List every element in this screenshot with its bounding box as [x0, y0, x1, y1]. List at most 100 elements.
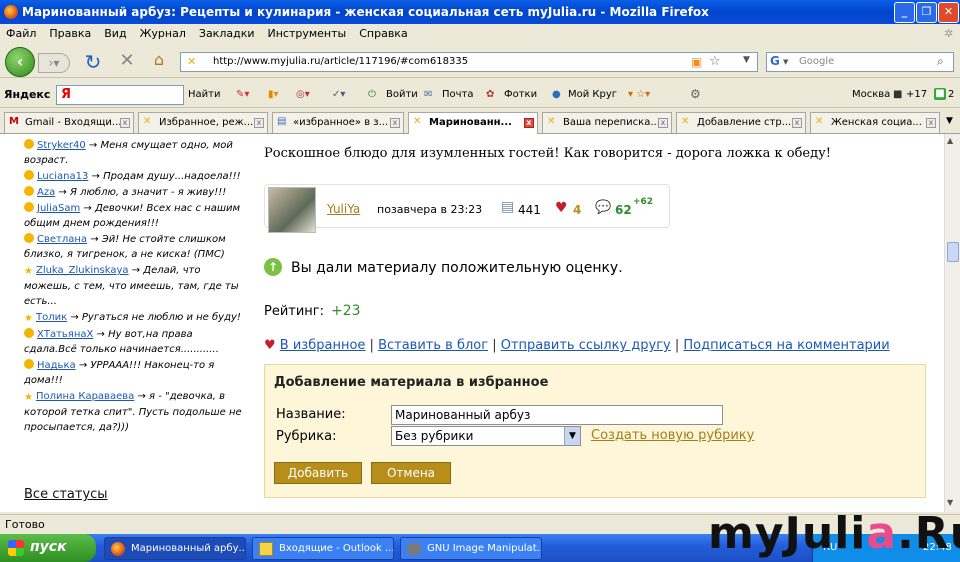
menu-bookmarks[interactable]: Закладки — [193, 24, 262, 40]
tab-close-icon[interactable]: x — [524, 118, 534, 128]
forward-button[interactable]: ›▾ — [38, 53, 70, 73]
status-nick[interactable]: ХТатьянаХ — [37, 329, 93, 340]
home-icon[interactable]: ⌂ — [148, 50, 170, 69]
smiley-icon — [24, 202, 34, 212]
author-link[interactable]: YuliYa — [327, 202, 360, 216]
all-statuses-link[interactable]: Все статусы — [24, 487, 108, 502]
tab-close-icon[interactable]: x — [926, 118, 936, 128]
menu-help[interactable]: Справка — [353, 24, 414, 40]
author-avatar[interactable] — [268, 187, 316, 233]
feed-icon[interactable]: ◎▾ — [296, 89, 310, 100]
site-favicon: ✕ — [187, 55, 197, 68]
scroll-thumb[interactable] — [947, 242, 959, 262]
tab-adding-page[interactable]: ✕ Добавление стр... x — [676, 112, 806, 133]
mykrug-icon: ● — [552, 89, 561, 100]
tab-womens-network[interactable]: ✕ Женская социа... x — [810, 112, 940, 133]
tab-list-dropdown-icon[interactable]: ▼ — [946, 116, 953, 126]
chevron-down-icon[interactable]: ▼ — [564, 427, 580, 445]
tab-close-icon[interactable]: x — [658, 118, 668, 128]
tab-close-icon[interactable]: x — [254, 118, 264, 128]
yandex-find-button[interactable]: Найти — [188, 89, 220, 100]
comments-icon[interactable]: 💬 — [595, 200, 611, 215]
bars-icon[interactable]: ▮▾ — [268, 89, 279, 100]
search-engine-dropdown-icon[interactable]: ▼ — [783, 58, 788, 66]
url-dropdown-icon[interactable]: ▼ — [743, 55, 750, 65]
yandex-city[interactable]: Москва — [852, 89, 890, 100]
add-button[interactable]: Добавить — [274, 462, 362, 484]
minimize-button[interactable]: _ — [894, 2, 915, 23]
tab-gmail[interactable]: M Gmail - Входящи... x — [4, 112, 134, 133]
tab-favorites-search[interactable]: ▤ «избранное» в з... x — [272, 112, 404, 133]
checks-icon[interactable]: ✓▾ — [332, 89, 345, 100]
bookmark-star-icon[interactable]: ☆ — [709, 54, 721, 69]
subscribe-comments-link[interactable]: Подписаться на комментарии — [683, 338, 889, 353]
send-to-friend-link[interactable]: Отправить ссылку другу — [501, 338, 671, 353]
tab-marinated-watermelon[interactable]: ✕ Маринованн... x — [408, 112, 538, 134]
scroll-down-icon[interactable]: ▼ — [947, 498, 953, 507]
tab-correspondence[interactable]: ✕ Ваша переписка... x — [542, 112, 672, 133]
window-titlebar[interactable]: Маринованный арбуз: Рецепты и кулинария … — [0, 0, 960, 24]
status-text: Готово — [5, 518, 45, 531]
rubric-select[interactable]: Без рубрики ▼ — [391, 426, 581, 446]
myjulia-icon: ✕ — [681, 116, 690, 127]
tab-favorites[interactable]: ✕ Избранное, реж... x — [138, 112, 268, 133]
vertical-scrollbar[interactable]: ▲ ▼ — [944, 134, 960, 512]
insert-to-blog-link[interactable]: Вставить в блог — [378, 338, 488, 353]
menu-file[interactable]: Файл — [0, 24, 43, 40]
maximize-button[interactable]: ❐ — [916, 2, 937, 23]
yandex-mykrug-button[interactable]: Мой Круг — [568, 89, 617, 100]
task-firefox[interactable]: Маринованный арбу... — [104, 537, 246, 560]
rss-icon[interactable]: ▣ — [691, 55, 702, 69]
pen-icon[interactable]: ✎▾ — [236, 89, 249, 100]
yandex-temperature: +17 — [906, 89, 928, 100]
tab-close-icon[interactable]: x — [792, 118, 802, 128]
cancel-button[interactable]: Отмена — [371, 462, 451, 484]
extra-icon[interactable]: ▾ ☆▾ — [628, 89, 650, 100]
rubric-label: Рубрика: — [276, 429, 337, 444]
tab-close-icon[interactable]: x — [120, 118, 130, 128]
status-item: Aza → Я люблю, а значит - я живу!!! — [24, 185, 246, 200]
reload-icon[interactable]: ↻ — [82, 50, 104, 74]
status-nick[interactable]: Stryker40 — [37, 140, 86, 151]
rating-label: Рейтинг: — [264, 304, 325, 319]
smiley-icon — [24, 328, 34, 338]
name-input[interactable]: Маринованный арбуз — [391, 405, 723, 425]
scroll-up-icon[interactable]: ▲ — [947, 136, 953, 145]
yandex-login-button[interactable]: Войти — [386, 89, 418, 100]
status-nick[interactable]: Zluka_Zlukinskaya — [36, 265, 129, 276]
status-nick[interactable]: Надька — [37, 360, 76, 371]
task-gimp[interactable]: GNU Image Manipulat... — [400, 537, 542, 560]
green-badge-icon[interactable]: ■ — [934, 88, 946, 100]
settings-gear-icon[interactable]: ⚙ — [690, 87, 701, 101]
status-nick[interactable]: Светлана — [37, 234, 87, 245]
yandex-photos-button[interactable]: Фотки — [504, 89, 537, 100]
create-rubric-link[interactable]: Создать новую рубрику — [591, 428, 754, 443]
status-nick[interactable]: Luciana13 — [37, 171, 88, 182]
menu-edit[interactable]: Правка — [43, 24, 98, 40]
smiley-icon — [24, 359, 34, 369]
search-box[interactable]: G ▼ Google ⌕ — [766, 52, 954, 72]
close-button[interactable]: ✕ — [938, 2, 959, 23]
back-button[interactable]: ‹ — [5, 47, 35, 77]
add-to-favorites-link[interactable]: В избранное — [280, 338, 366, 353]
heart-icon[interactable]: ♥ — [555, 200, 568, 216]
search-icon[interactable]: ⌕ — [937, 54, 944, 69]
start-button[interactable]: пуск — [0, 534, 96, 562]
rating-value: +23 — [331, 303, 361, 319]
menu-history[interactable]: Журнал — [134, 24, 193, 40]
status-nick[interactable]: Aza — [37, 187, 55, 198]
tab-close-icon[interactable]: x — [390, 118, 400, 128]
address-bar[interactable]: ✕ http://www.myjulia.ru/article/117196/#… — [180, 52, 758, 72]
yandex-mail-button[interactable]: Почта — [442, 89, 474, 100]
status-nick[interactable]: Толик — [36, 312, 67, 323]
menu-view[interactable]: Вид — [98, 24, 133, 40]
status-nick[interactable]: JuliaSam — [37, 203, 80, 214]
yandex-logo[interactable]: Яндекс — [4, 88, 50, 101]
menu-tools[interactable]: Инструменты — [262, 24, 354, 40]
stop-icon[interactable]: ✕ — [116, 50, 138, 71]
post-time: позавчера в 23:23 — [377, 203, 483, 216]
task-outlook[interactable]: Входящие - Outlook ... — [252, 537, 394, 560]
article-actions: ♥ В избранное | Вставить в блог | Отправ… — [264, 338, 890, 353]
status-nick[interactable]: Полина Караваева — [36, 391, 134, 402]
yandex-search-input[interactable]: Я — [56, 85, 184, 105]
